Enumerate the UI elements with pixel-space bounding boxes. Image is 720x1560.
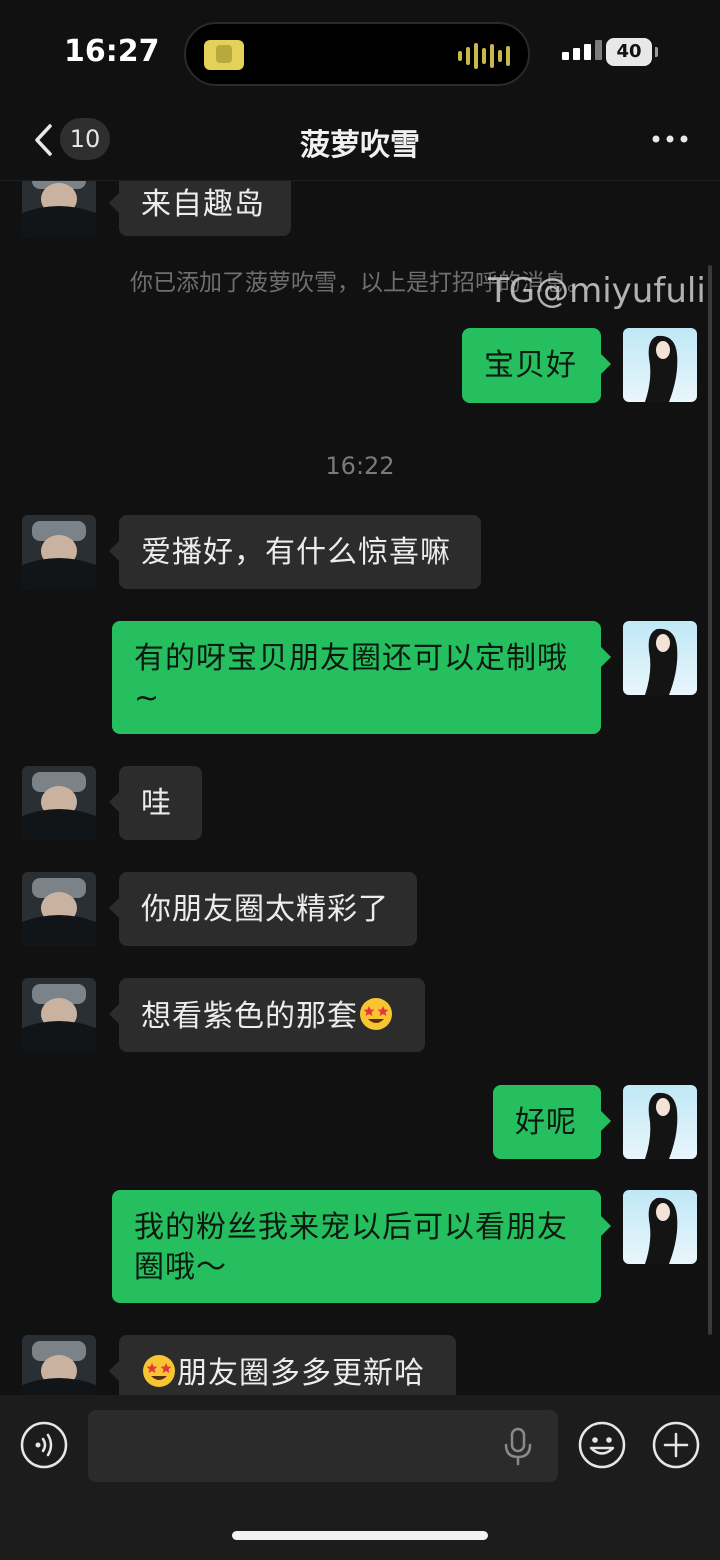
status-bar: 16:27 40: [0, 0, 720, 100]
island-app-icon: [204, 40, 244, 70]
message-text: 想看紫色的那套: [141, 999, 358, 1034]
battery-indicator: 40: [606, 38, 658, 66]
contact-avatar[interactable]: [22, 872, 96, 946]
audio-wave-icon: [458, 42, 510, 70]
contact-avatar[interactable]: [22, 1335, 96, 1395]
my-avatar[interactable]: [623, 1085, 697, 1159]
outgoing-message[interactable]: 有的呀宝贝朋友圈还可以定制哦 ~: [112, 621, 611, 734]
outgoing-message[interactable]: 好呢: [493, 1085, 611, 1159]
watermark-text: TG@miyufuli: [488, 271, 706, 311]
contact-avatar[interactable]: [22, 766, 96, 840]
message-input[interactable]: [88, 1410, 558, 1482]
message-line: 我的粉丝我来宠以后可以看朋友: [134, 1210, 568, 1245]
message-line: ~: [134, 681, 161, 716]
scrollbar[interactable]: [708, 265, 712, 1335]
contact-avatar[interactable]: [22, 181, 96, 237]
home-indicator[interactable]: [232, 1531, 488, 1540]
incoming-message[interactable]: 哇: [109, 766, 202, 840]
incoming-message[interactable]: 来自趣岛: [109, 181, 291, 236]
plus-icon[interactable]: [652, 1421, 700, 1469]
chat-title: 菠萝吹雪: [300, 128, 420, 163]
my-avatar[interactable]: [623, 621, 697, 695]
outgoing-message[interactable]: 我的粉丝我来宠以后可以看朋友 圈哦～: [112, 1190, 611, 1303]
time-divider: 16:22: [325, 452, 395, 480]
message-text: 朋友圈多多更新哈: [177, 1356, 425, 1391]
message-list[interactable]: 来自趣岛 你已添加了菠萝吹雪，以上是打招呼的消息。 TG@miyufuli 宝贝…: [0, 181, 720, 1395]
chat-header: 10 菠萝吹雪: [0, 100, 720, 181]
microphone-icon[interactable]: [500, 1427, 536, 1467]
star-struck-emoji-icon: [143, 1355, 175, 1387]
more-icon[interactable]: [650, 124, 690, 154]
voice-icon[interactable]: [20, 1421, 68, 1469]
outgoing-message[interactable]: 宝贝好: [462, 328, 611, 403]
contact-avatar[interactable]: [22, 515, 96, 589]
input-bar: [0, 1395, 720, 1560]
message-line: 圈哦～: [134, 1250, 227, 1285]
incoming-message[interactable]: 想看紫色的那套: [109, 978, 425, 1052]
my-avatar[interactable]: [623, 1190, 697, 1264]
incoming-message[interactable]: 你朋友圈太精彩了: [109, 872, 417, 946]
dynamic-island: [184, 22, 530, 86]
contact-avatar[interactable]: [22, 978, 96, 1052]
emoji-icon[interactable]: [578, 1421, 626, 1469]
incoming-message[interactable]: 爱播好，有什么惊喜嘛: [109, 515, 481, 589]
cellular-signal-icon: [562, 40, 602, 60]
my-avatar[interactable]: [623, 328, 697, 402]
status-time: 16:27: [64, 34, 160, 69]
star-struck-emoji-icon: [360, 998, 392, 1030]
message-line: 有的呀宝贝朋友圈还可以定制哦: [134, 641, 568, 676]
incoming-message[interactable]: 朋友圈多多更新哈: [109, 1335, 456, 1395]
